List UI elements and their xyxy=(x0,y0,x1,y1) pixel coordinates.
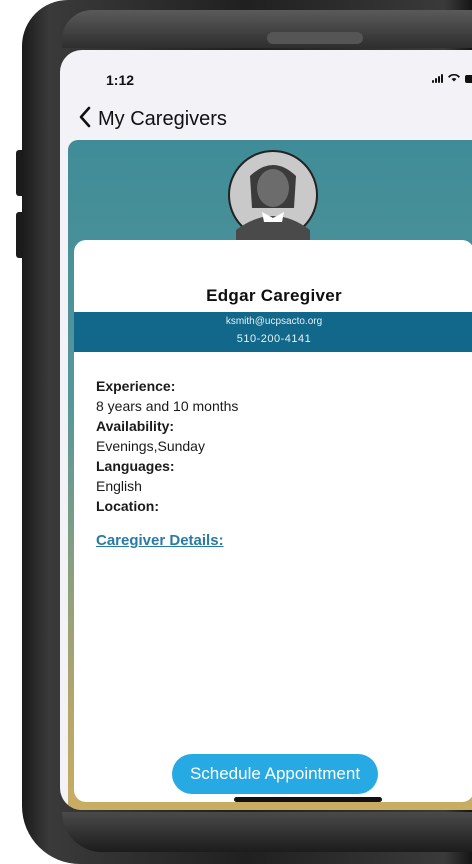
contact-band: ksmith@ucpsacto.org 510-200-4141 xyxy=(74,312,472,352)
status-time: 1:12 xyxy=(106,72,135,88)
caregiver-details: Experience: 8 years and 10 months Availa… xyxy=(96,378,238,518)
phone-frame: 1:12 My Caregivers Edgar Caregiver ksmit… xyxy=(22,0,472,864)
avatar-icon xyxy=(228,150,318,240)
profile-card: Edgar Caregiver ksmith@ucpsacto.org 510-… xyxy=(74,240,472,802)
battery-icon xyxy=(465,75,472,83)
caregiver-phone[interactable]: 510-200-4141 xyxy=(74,333,472,345)
speaker-grille xyxy=(267,32,363,44)
location-label: Location: xyxy=(96,498,159,514)
chevron-left-icon xyxy=(78,106,92,133)
profile-content: Edgar Caregiver ksmith@ucpsacto.org 510-… xyxy=(68,140,472,810)
phone-bottom-bezel xyxy=(62,812,472,852)
caregiver-email[interactable]: ksmith@ucpsacto.org xyxy=(74,316,472,327)
nav-title: My Caregivers xyxy=(98,108,227,130)
experience-value: 8 years and 10 months xyxy=(96,398,239,414)
back-button[interactable]: My Caregivers xyxy=(78,106,227,133)
caregiver-details-link[interactable]: Caregiver Details: xyxy=(96,532,224,549)
availability-label: Availability: xyxy=(96,418,175,434)
experience-label: Experience: xyxy=(96,378,176,394)
status-icons xyxy=(432,72,472,83)
wifi-icon xyxy=(447,72,461,83)
languages-label: Languages: xyxy=(96,458,175,474)
phone-screen: 1:12 My Caregivers Edgar Caregiver ksmit… xyxy=(60,50,472,810)
languages-value: English xyxy=(96,478,142,494)
caregiver-name: Edgar Caregiver xyxy=(206,286,342,305)
signal-icon xyxy=(432,73,443,83)
availability-value: Evenings,Sunday xyxy=(96,438,205,454)
home-indicator[interactable] xyxy=(234,797,382,802)
phone-top-bezel xyxy=(62,10,472,48)
schedule-appointment-button[interactable]: Schedule Appointment xyxy=(172,754,378,794)
